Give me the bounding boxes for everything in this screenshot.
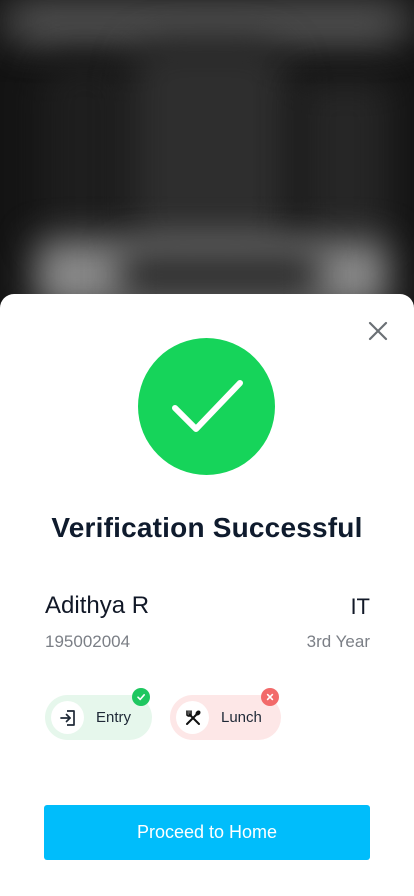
cross-badge-icon bbox=[261, 688, 279, 706]
chip-label-entry: Entry bbox=[96, 709, 132, 726]
close-icon bbox=[368, 321, 388, 341]
entry-icon bbox=[59, 709, 75, 726]
page-title: Verification Successful bbox=[51, 512, 363, 543]
success-status-circle bbox=[138, 338, 275, 475]
student-name: Adithya R bbox=[45, 592, 150, 619]
entry-icon-container bbox=[51, 701, 84, 734]
student-department: IT bbox=[350, 594, 370, 619]
access-chip-entry: Entry bbox=[45, 688, 152, 740]
check-badge-icon bbox=[132, 688, 150, 706]
checkmark-icon bbox=[172, 380, 243, 432]
student-roll-number: 195002004 bbox=[45, 632, 131, 651]
utensils-icon bbox=[185, 709, 201, 725]
camera-preview-background bbox=[0, 0, 414, 330]
utensils-icon-container bbox=[176, 701, 209, 734]
proceed-to-home-button[interactable]: Proceed to Home bbox=[44, 805, 370, 860]
close-button[interactable] bbox=[362, 315, 394, 347]
student-year: 3rd Year bbox=[306, 632, 370, 651]
chip-label-lunch: Lunch bbox=[221, 709, 262, 726]
access-chip-lunch: Lunch bbox=[170, 688, 281, 740]
